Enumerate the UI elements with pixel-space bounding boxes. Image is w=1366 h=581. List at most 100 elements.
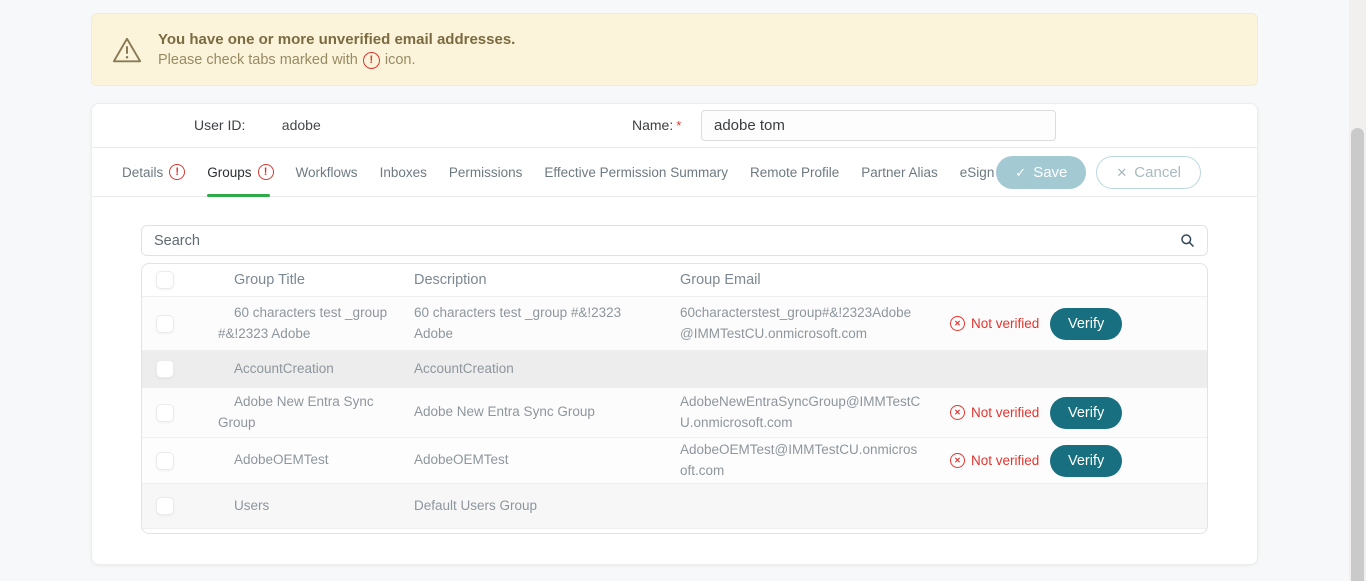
row-checkbox[interactable] <box>156 315 174 333</box>
tab-permissions-label: Permissions <box>449 165 523 180</box>
column-header-description: Description <box>394 272 660 288</box>
tab-remote-profile[interactable]: Remote Profile <box>750 148 839 196</box>
tab-partner-alias-label: Partner Alias <box>861 165 938 180</box>
column-header-group-title: Group Title <box>204 272 394 288</box>
table-row: Users Default Users Group <box>142 484 1207 529</box>
tab-remote-profile-label: Remote Profile <box>750 165 839 180</box>
verify-button[interactable]: Verify <box>1050 308 1122 340</box>
groups-tab-content: Group Title Description Group Email 60 c… <box>92 225 1257 534</box>
tab-groups-alert-icon: ! <box>258 164 274 180</box>
name-label: Name: <box>632 117 673 133</box>
group-title: AccountCreation <box>204 359 394 380</box>
action-buttons: ✓ Save ✕ Cancel <box>996 156 1201 189</box>
status-label: Not verified <box>971 316 1039 331</box>
row-checkbox[interactable] <box>156 404 174 422</box>
group-title: Users <box>204 496 394 517</box>
user-form-row: User ID: adobe Name:* <box>92 104 1257 148</box>
group-title: Adobe New Entra Sync Group <box>204 392 394 434</box>
group-description: AccountCreation <box>394 359 660 380</box>
user-detail-card: User ID: adobe Name:* Details ! Groups !… <box>91 103 1258 565</box>
search-input[interactable] <box>154 233 1180 249</box>
row-actions: Verify <box>1050 308 1207 340</box>
row-checkbox-cell <box>142 360 204 378</box>
header-checkbox-cell <box>142 271 204 289</box>
tab-effective-permission-summary-label: Effective Permission Summary <box>544 165 728 180</box>
group-description: Adobe New Entra Sync Group <box>394 402 660 423</box>
cancel-button[interactable]: ✕ Cancel <box>1096 156 1201 189</box>
page: You have one or more unverified email ad… <box>0 0 1366 581</box>
tab-workflows-label: Workflows <box>296 165 358 180</box>
scrollbar-thumb[interactable] <box>1351 128 1364 581</box>
group-description: 60 characters test _group #&!2323 Adobe <box>394 303 660 345</box>
row-actions: Verify <box>1050 397 1207 429</box>
not-verified-icon: ✕ <box>950 316 965 331</box>
row-checkbox-cell <box>142 452 204 470</box>
warning-triangle-icon <box>112 36 142 64</box>
status-badge: ✕ Not verified <box>950 405 1050 420</box>
group-email: 60characterstest_group#&!2323Adobe@IMMTe… <box>660 303 950 345</box>
not-verified-icon: ✕ <box>950 405 965 420</box>
check-icon: ✓ <box>1015 165 1026 181</box>
name-input[interactable] <box>701 110 1056 141</box>
tab-groups[interactable]: Groups ! <box>207 148 273 196</box>
select-all-checkbox[interactable] <box>156 271 174 289</box>
row-actions: Verify <box>1050 445 1207 477</box>
tab-workflows[interactable]: Workflows <box>296 148 358 196</box>
tab-permissions[interactable]: Permissions <box>449 148 523 196</box>
tab-inboxes-label: Inboxes <box>380 165 427 180</box>
status-label: Not verified <box>971 405 1039 420</box>
search-icon[interactable] <box>1180 233 1195 248</box>
tab-details-label: Details <box>122 165 163 180</box>
banner-title: You have one or more unverified email ad… <box>158 31 515 48</box>
column-header-group-email: Group Email <box>660 272 950 288</box>
row-checkbox-cell <box>142 315 204 333</box>
tab-groups-label: Groups <box>207 165 251 180</box>
row-checkbox[interactable] <box>156 360 174 378</box>
tab-inboxes[interactable]: Inboxes <box>380 148 427 196</box>
user-id-field: User ID: adobe <box>194 117 321 135</box>
name-label-wrap: Name:* <box>632 117 681 135</box>
group-email: AdobeNewEntraSyncGroup@IMMTestCU.onmicro… <box>660 392 950 434</box>
status-badge: ✕ Not verified <box>950 453 1050 468</box>
cancel-button-label: Cancel <box>1134 164 1181 181</box>
not-verified-icon: ✕ <box>950 453 965 468</box>
row-checkbox-cell <box>142 497 204 515</box>
search-box <box>141 225 1208 256</box>
save-button[interactable]: ✓ Save <box>996 156 1086 189</box>
table-row: AdobeOEMTest AdobeOEMTest AdobeOEMTest@I… <box>142 438 1207 484</box>
groups-table: Group Title Description Group Email 60 c… <box>141 263 1208 534</box>
table-header-row: Group Title Description Group Email <box>142 264 1207 297</box>
row-checkbox[interactable] <box>156 497 174 515</box>
user-id-value: adobe <box>282 117 321 133</box>
table-row: Adobe New Entra Sync Group Adobe New Ent… <box>142 388 1207 438</box>
row-checkbox-cell <box>142 404 204 422</box>
group-email: AdobeOEMTest@IMMTestCU.onmicrosoft.com <box>660 440 950 482</box>
tab-bar: Details ! Groups ! Workflows Inboxes Per… <box>92 148 1257 197</box>
group-title: AdobeOEMTest <box>204 450 394 471</box>
banner-subtitle: Please check tabs marked with ! icon. <box>158 52 515 69</box>
user-id-label: User ID: <box>194 117 245 133</box>
group-title: 60 characters test _group #&!2323 Adobe <box>204 303 394 345</box>
row-checkbox[interactable] <box>156 452 174 470</box>
status-badge: ✕ Not verified <box>950 316 1050 331</box>
group-description: AdobeOEMTest <box>394 450 660 471</box>
tab-details[interactable]: Details ! <box>122 148 185 196</box>
banner-subtitle-before: Please check tabs marked with <box>158 52 358 68</box>
table-row: AccountCreation AccountCreation <box>142 351 1207 388</box>
tab-effective-permission-summary[interactable]: Effective Permission Summary <box>544 148 728 196</box>
group-description: Default Users Group <box>394 496 660 517</box>
required-asterisk: * <box>676 118 681 133</box>
alert-exclamation-icon: ! <box>363 52 380 69</box>
save-button-label: Save <box>1033 164 1067 181</box>
warning-banner: You have one or more unverified email ad… <box>91 13 1258 86</box>
banner-text: You have one or more unverified email ad… <box>158 31 515 69</box>
status-label: Not verified <box>971 453 1039 468</box>
verify-button[interactable]: Verify <box>1050 397 1122 429</box>
verify-button[interactable]: Verify <box>1050 445 1122 477</box>
close-icon: ✕ <box>1116 165 1127 181</box>
banner-subtitle-after: icon. <box>385 52 416 68</box>
table-row: 60 characters test _group #&!2323 Adobe … <box>142 297 1207 351</box>
tab-details-alert-icon: ! <box>169 164 185 180</box>
scrollbar-track[interactable] <box>1349 0 1366 581</box>
tab-partner-alias[interactable]: Partner Alias <box>861 148 938 196</box>
